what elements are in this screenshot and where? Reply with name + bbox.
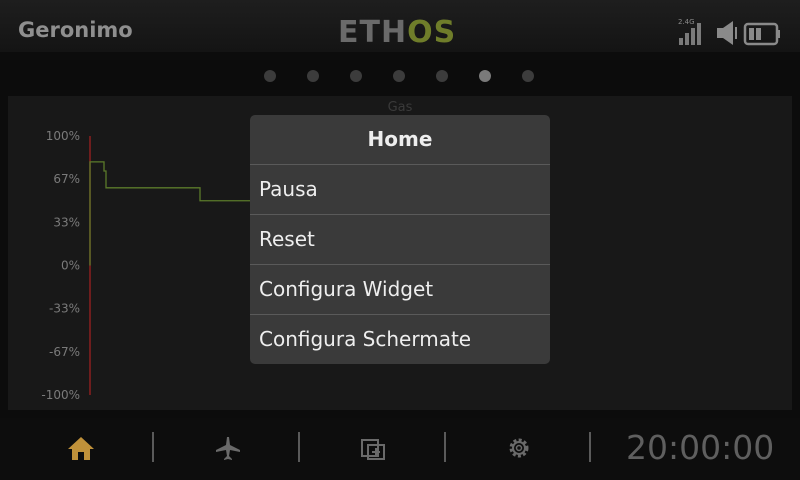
menu-overlay: Home Pausa Reset Configura Widget Config… <box>0 0 800 480</box>
home-context-menu: Home Pausa Reset Configura Widget Config… <box>250 115 550 364</box>
menu-title: Home <box>250 115 550 165</box>
menu-item-pause[interactable]: Pausa <box>250 165 550 215</box>
menu-item-reset[interactable]: Reset <box>250 215 550 265</box>
menu-item-configure-widget[interactable]: Configura Widget <box>250 265 550 315</box>
menu-item-configure-screens[interactable]: Configura Schermate <box>250 315 550 364</box>
